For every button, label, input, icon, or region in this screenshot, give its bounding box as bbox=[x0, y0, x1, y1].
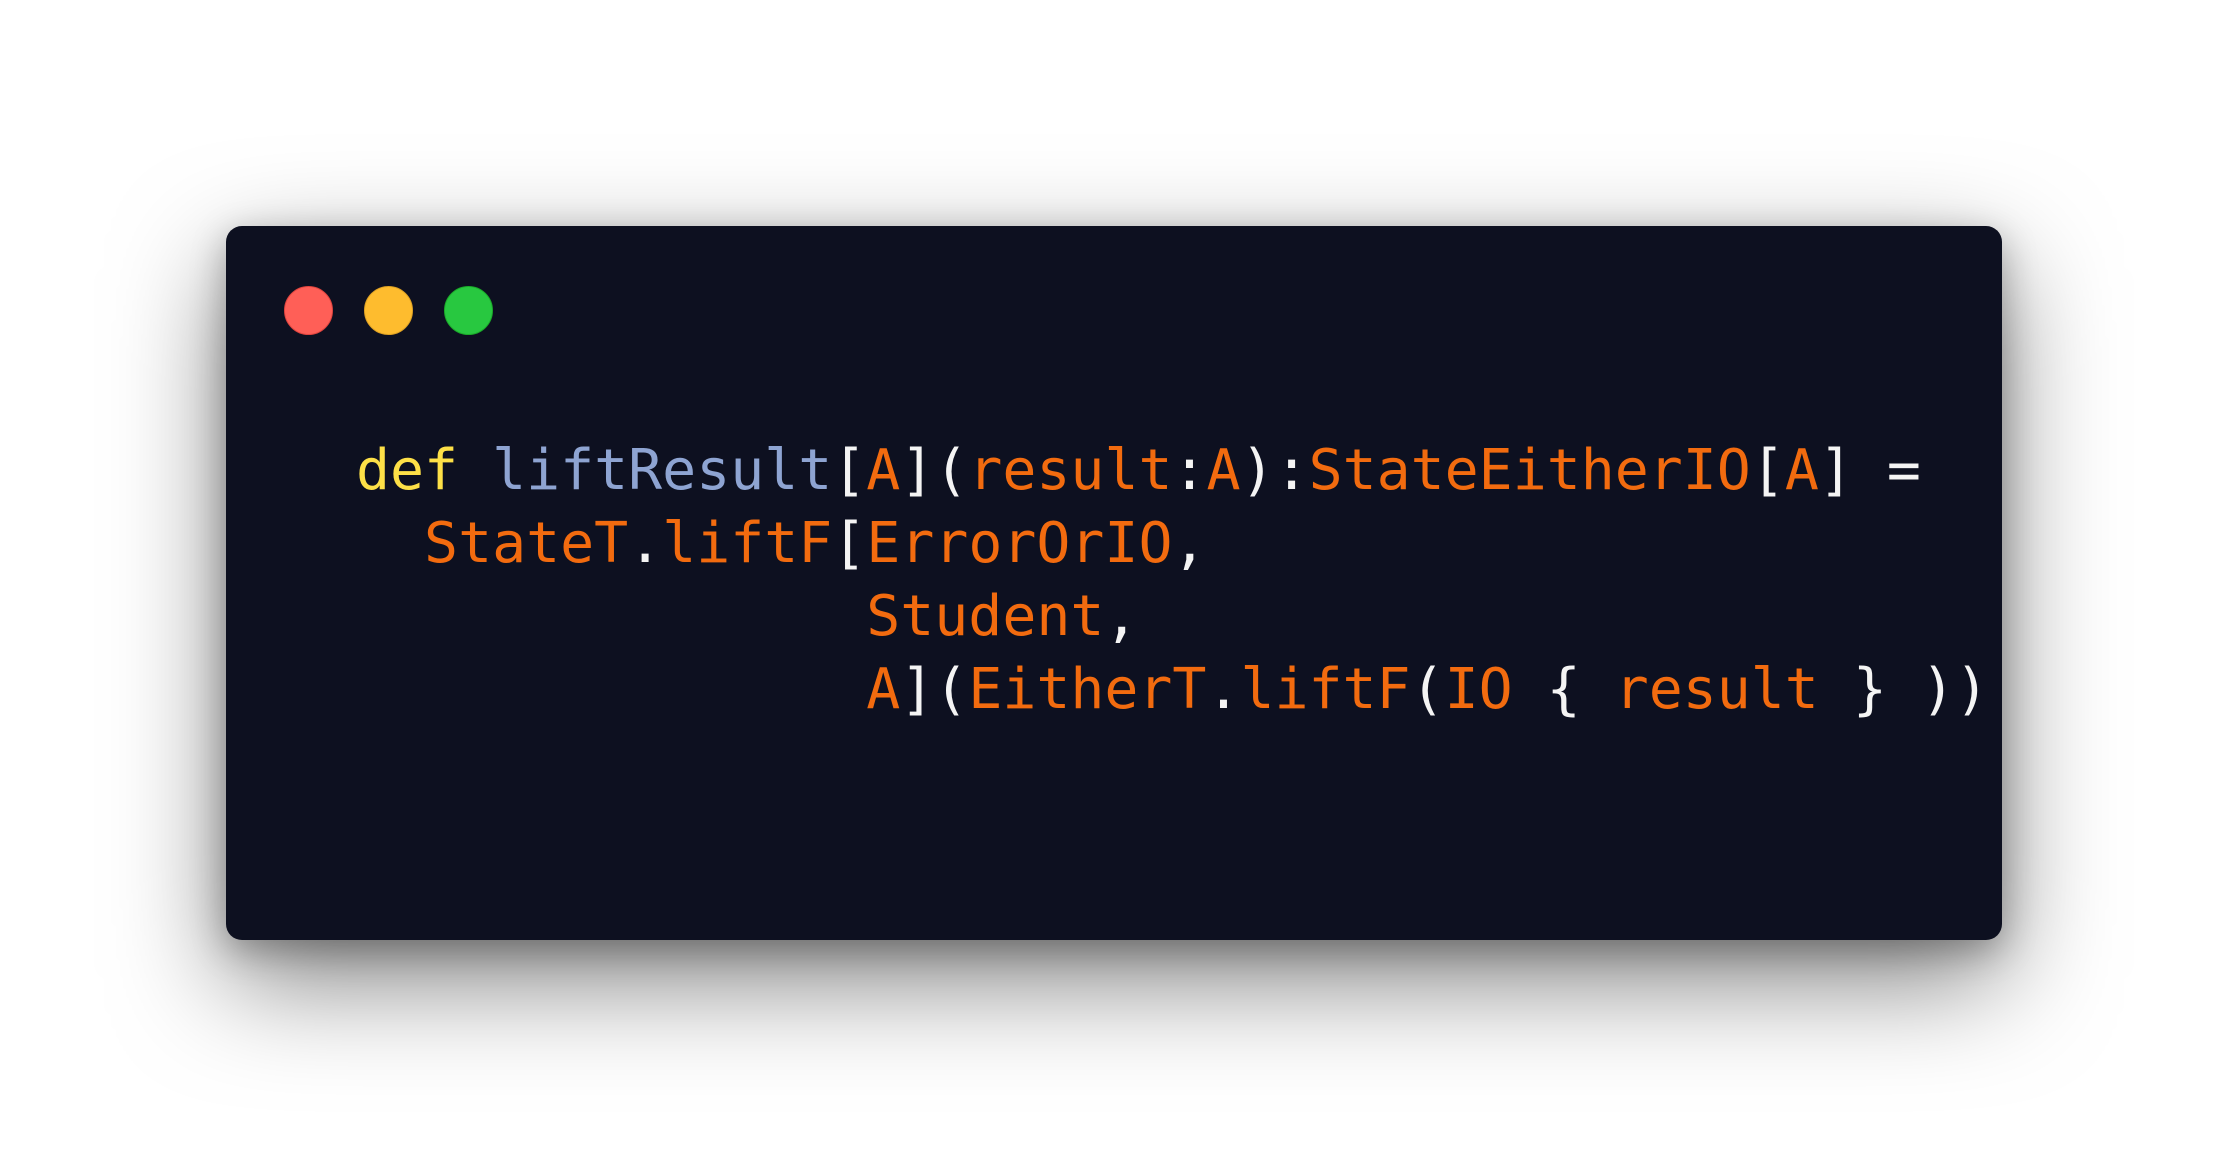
code-token-punctuation: ]( bbox=[900, 438, 969, 503]
code-token-type: A bbox=[866, 438, 901, 503]
code-token-punctuation: { bbox=[1512, 657, 1615, 722]
code-token-punctuation: ( bbox=[1410, 657, 1445, 722]
code-token-function: liftResult bbox=[492, 438, 833, 503]
code-token-punctuation: ]( bbox=[900, 657, 969, 722]
close-button[interactable] bbox=[284, 286, 333, 335]
code-token-type: result bbox=[968, 438, 1173, 503]
code-token-type: liftF bbox=[1240, 657, 1411, 722]
code-token-punctuation: , bbox=[1104, 584, 1139, 649]
code-token-punctuation bbox=[458, 438, 492, 503]
code-token-type: StateEitherIO bbox=[1308, 438, 1751, 503]
code-line-2: StateT.liftF[ErrorOrIO, bbox=[356, 507, 1989, 580]
code-token-type: result bbox=[1614, 657, 1819, 722]
code-token-type: IO bbox=[1444, 657, 1513, 722]
code-token-punctuation: , bbox=[1172, 511, 1207, 576]
code-line-4: A](EitherT.liftF(IO { result } )) bbox=[356, 653, 1989, 726]
code-block: def liftResult[A](result:A):StateEitherI… bbox=[356, 434, 1989, 726]
code-token-type: Student bbox=[866, 584, 1105, 649]
code-token-type: StateT bbox=[424, 511, 629, 576]
code-token-punctuation: [ bbox=[832, 511, 867, 576]
code-token-punctuation bbox=[356, 584, 866, 649]
code-token-type: A bbox=[1206, 438, 1241, 503]
minimize-button[interactable] bbox=[364, 286, 413, 335]
code-line-1: def liftResult[A](result:A):StateEitherI… bbox=[356, 434, 1989, 507]
code-token-punctuation bbox=[356, 657, 866, 722]
zoom-button[interactable] bbox=[444, 286, 493, 335]
code-token-punctuation: [ bbox=[832, 438, 867, 503]
code-token-punctuation bbox=[356, 511, 424, 576]
code-token-type: liftF bbox=[662, 511, 833, 576]
code-token-type: EitherT bbox=[968, 657, 1207, 722]
code-token-keyword: def bbox=[356, 438, 459, 503]
code-window: def liftResult[A](result:A):StateEitherI… bbox=[226, 226, 2002, 940]
code-token-punctuation: . bbox=[1206, 657, 1241, 722]
code-token-punctuation: : bbox=[1172, 438, 1207, 503]
code-token-punctuation: } )) bbox=[1818, 657, 1989, 722]
code-line-3: Student, bbox=[356, 580, 1989, 653]
code-token-type: A bbox=[866, 657, 901, 722]
code-token-punctuation: ): bbox=[1240, 438, 1309, 503]
code-token-punctuation: [ bbox=[1750, 438, 1785, 503]
code-token-punctuation: . bbox=[628, 511, 663, 576]
code-token-punctuation: ] = bbox=[1818, 438, 1921, 503]
code-token-type: A bbox=[1784, 438, 1819, 503]
code-token-type: ErrorOrIO bbox=[866, 511, 1173, 576]
